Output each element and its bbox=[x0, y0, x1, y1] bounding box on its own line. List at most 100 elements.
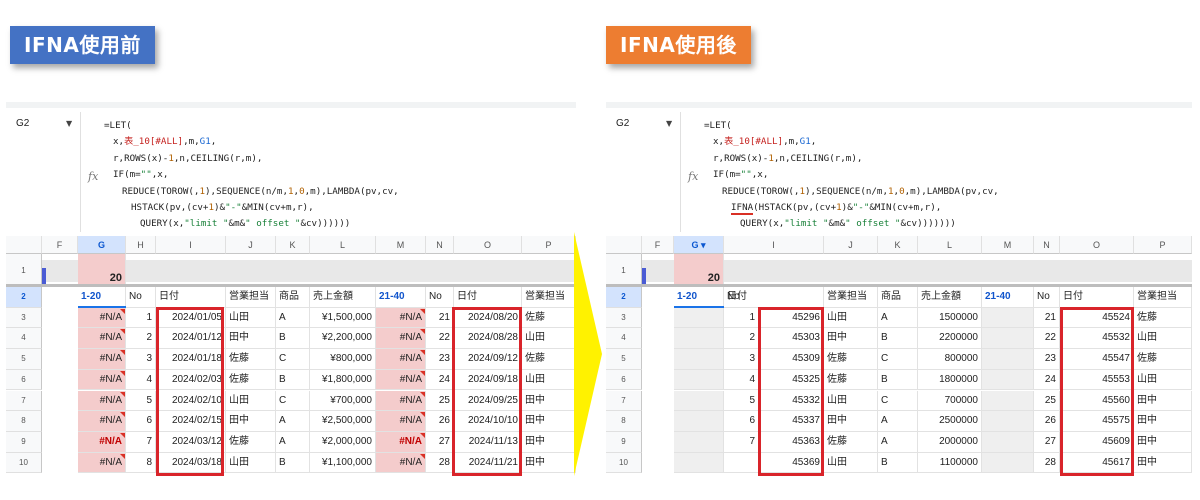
row-header[interactable]: 4 bbox=[6, 328, 42, 350]
cell-amount[interactable]: 700000 bbox=[918, 390, 982, 412]
error-cell[interactable]: #N/A bbox=[376, 390, 426, 412]
error-cell[interactable]: #N/A bbox=[376, 328, 426, 350]
cell-no[interactable]: 21 bbox=[426, 307, 454, 329]
column-header-l[interactable]: L bbox=[310, 236, 376, 254]
range-label-2[interactable]: 21-40 bbox=[376, 287, 426, 308]
row-header[interactable]: 6 bbox=[606, 369, 642, 391]
cell-amount[interactable]: ¥700,000 bbox=[310, 390, 376, 412]
cell-rep[interactable]: 田中 bbox=[1134, 411, 1192, 432]
cell-rep[interactable]: 山田 bbox=[1134, 328, 1192, 350]
range-label-1[interactable]: 1-20 bbox=[674, 287, 724, 308]
error-cell[interactable]: #N/A bbox=[78, 328, 126, 350]
cell-rep[interactable]: 山田 bbox=[824, 307, 878, 329]
header-amount[interactable]: 売上金額 bbox=[918, 287, 982, 308]
error-cell[interactable]: #N/A bbox=[78, 349, 126, 370]
cell-rep[interactable]: 田中 bbox=[1134, 452, 1192, 474]
row-header[interactable]: 7 bbox=[6, 390, 42, 412]
name-box-dropdown-icon[interactable]: ▼ bbox=[666, 119, 672, 128]
cell-no[interactable]: 22 bbox=[1034, 328, 1060, 350]
cell-amount[interactable]: ¥2,500,000 bbox=[310, 411, 376, 432]
error-cell[interactable]: #N/A bbox=[376, 349, 426, 370]
error-cell[interactable]: #N/A bbox=[376, 369, 426, 391]
column-header-m[interactable]: M bbox=[376, 236, 426, 254]
error-cell[interactable]: #N/A bbox=[376, 431, 426, 453]
header-no-2[interactable]: No bbox=[426, 287, 454, 308]
formula-bar[interactable]: =LET(x,表_10[#ALL],m,G1, r,ROWS(x)-1,n,CEI… bbox=[104, 118, 399, 233]
column-header-n[interactable]: N bbox=[426, 236, 454, 254]
sheet-grid[interactable]: F G H I J K L M N O P 1 2 3 4 5 6 7 8 9 10 20 1-20 No 日付 営業担当 商品 売上… bbox=[6, 236, 576, 498]
formula-bar[interactable]: =LET(x,表_10[#ALL],m,G1, r,ROWS(x)-1,n,CEI… bbox=[704, 118, 999, 233]
column-header-l[interactable]: L bbox=[918, 236, 982, 254]
cell-amount[interactable]: 2200000 bbox=[918, 328, 982, 350]
cell-amount[interactable]: 2500000 bbox=[918, 411, 982, 432]
empty-cell[interactable] bbox=[982, 349, 1034, 370]
name-box[interactable]: G2 bbox=[16, 118, 29, 129]
cell-no[interactable]: 21 bbox=[1034, 307, 1060, 329]
empty-cell[interactable] bbox=[674, 349, 724, 370]
cell-g1[interactable]: 20 bbox=[78, 254, 126, 287]
cell-no[interactable]: 27 bbox=[426, 431, 454, 453]
cell-rep[interactable]: 田中 bbox=[1134, 390, 1192, 412]
column-header-p[interactable]: P bbox=[522, 236, 576, 254]
cell-product[interactable]: B bbox=[878, 328, 918, 350]
empty-cell[interactable] bbox=[982, 307, 1034, 329]
error-cell[interactable]: #N/A bbox=[78, 369, 126, 391]
cell-rep[interactable]: 田中 bbox=[522, 411, 576, 432]
cell-no[interactable]: 4 bbox=[126, 369, 156, 391]
empty-cell[interactable] bbox=[982, 369, 1034, 391]
error-cell[interactable]: #N/A bbox=[376, 307, 426, 329]
cell-no[interactable]: 5 bbox=[126, 390, 156, 412]
cell-no[interactable]: 24 bbox=[1034, 369, 1060, 391]
empty-cell[interactable] bbox=[982, 390, 1034, 412]
cell-amount[interactable]: ¥800,000 bbox=[310, 349, 376, 370]
cell-product[interactable]: C bbox=[276, 390, 310, 412]
name-box-dropdown-icon[interactable]: ▼ bbox=[66, 119, 72, 128]
cell-product[interactable]: A bbox=[276, 411, 310, 432]
empty-cell[interactable] bbox=[674, 328, 724, 350]
range-label-1[interactable]: 1-20 bbox=[78, 287, 126, 308]
cell-amount[interactable]: ¥1,800,000 bbox=[310, 369, 376, 391]
cell-rep[interactable]: 田中 bbox=[522, 431, 576, 453]
cell-no[interactable]: 2 bbox=[126, 328, 156, 350]
cell-no[interactable]: 24 bbox=[426, 369, 454, 391]
header-rep[interactable]: 営業担当 bbox=[226, 287, 276, 308]
column-header-j[interactable]: J bbox=[226, 236, 276, 254]
cell-no[interactable]: 26 bbox=[426, 411, 454, 432]
select-all-corner[interactable] bbox=[606, 236, 642, 254]
cell-no[interactable]: 22 bbox=[426, 328, 454, 350]
column-header-f[interactable]: F bbox=[42, 236, 78, 254]
error-cell[interactable]: #N/A bbox=[78, 390, 126, 412]
row-header[interactable]: 7 bbox=[606, 390, 642, 412]
error-cell[interactable]: #N/A bbox=[78, 411, 126, 432]
error-cell[interactable]: #N/A bbox=[78, 431, 126, 453]
cell-no[interactable]: 28 bbox=[1034, 452, 1060, 474]
cell-no[interactable]: 3 bbox=[126, 349, 156, 370]
row-header[interactable]: 9 bbox=[606, 431, 642, 453]
cell-no[interactable]: 23 bbox=[1034, 349, 1060, 370]
cell-rep[interactable]: 山田 bbox=[1134, 369, 1192, 391]
empty-cell[interactable] bbox=[674, 411, 724, 432]
cell-no[interactable]: 23 bbox=[426, 349, 454, 370]
header-no-2[interactable]: No bbox=[1034, 287, 1060, 308]
column-header-m[interactable]: M bbox=[982, 236, 1034, 254]
cell-amount[interactable]: 1500000 bbox=[918, 307, 982, 329]
header-no[interactable]: No bbox=[724, 287, 754, 308]
row-header[interactable]: 3 bbox=[606, 307, 642, 329]
cell-product[interactable]: A bbox=[276, 431, 310, 453]
cell-product[interactable]: C bbox=[878, 349, 918, 370]
row-header[interactable]: 4 bbox=[606, 328, 642, 350]
row-header[interactable]: 3 bbox=[6, 307, 42, 329]
header-rep[interactable]: 営業担当 bbox=[824, 287, 878, 308]
cell-product[interactable]: B bbox=[878, 452, 918, 474]
cell-product[interactable]: A bbox=[878, 307, 918, 329]
cell-rep[interactable]: 佐藤 bbox=[226, 369, 276, 391]
cell-rep[interactable]: 山田 bbox=[522, 328, 576, 350]
header-no[interactable]: No bbox=[126, 287, 156, 308]
cell-rep[interactable]: 佐藤 bbox=[226, 431, 276, 453]
header-rep-2[interactable]: 営業担当 bbox=[522, 287, 576, 308]
cell-rep[interactable]: 佐藤 bbox=[226, 349, 276, 370]
cell-rep[interactable]: 佐藤 bbox=[1134, 349, 1192, 370]
cell-amount[interactable]: 1100000 bbox=[918, 452, 982, 474]
header-amount[interactable]: 売上金額 bbox=[310, 287, 376, 308]
cell-rep[interactable]: 山田 bbox=[824, 390, 878, 412]
